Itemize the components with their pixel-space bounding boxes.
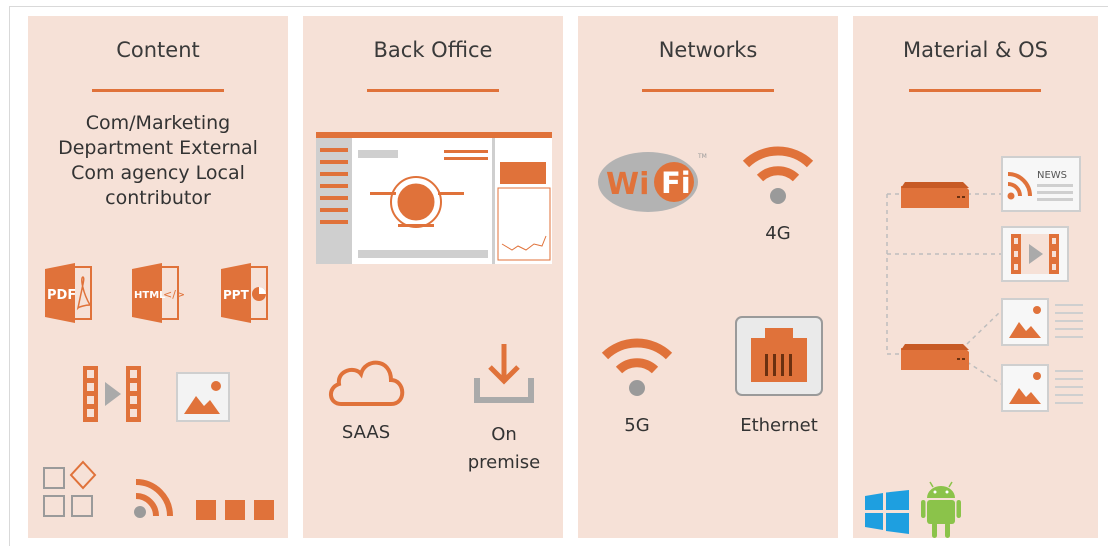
on-premise-label: On premise xyxy=(467,424,541,473)
news-text: NEWS xyxy=(1037,170,1067,181)
svg-text:HTML: HTML xyxy=(134,290,166,301)
back-office-title: Back Office xyxy=(373,38,493,62)
svg-text:PPT: PPT xyxy=(223,288,250,302)
content-panel: Content Com/Marketing Department Externa… xyxy=(28,16,288,538)
svg-text:PDF: PDF xyxy=(47,288,76,303)
content-description: Com/Marketing Department External Com ag… xyxy=(58,112,258,209)
dashboard-illustration xyxy=(316,132,552,264)
download-icon xyxy=(474,344,534,403)
ethernet-icon xyxy=(735,316,823,396)
wifi-4g-icon xyxy=(742,146,814,204)
material-os-underline xyxy=(909,89,1041,92)
material-os-panel: Material & OS NEWS xyxy=(853,16,1098,538)
svg-text:Wi: Wi xyxy=(606,167,649,202)
networks-underline xyxy=(642,89,774,92)
material-os-title: Material & OS xyxy=(903,38,1048,62)
video-screen-icon xyxy=(1001,226,1069,282)
ppt-icon: PPT xyxy=(221,263,268,323)
image-screen-icon-2 xyxy=(1001,364,1083,412)
cloud-icon xyxy=(329,360,405,406)
news-screen-icon: NEWS xyxy=(1001,156,1081,212)
networks-title: Networks xyxy=(658,38,758,62)
svg-text:Fi: Fi xyxy=(661,166,691,200)
saas-label: SAAS xyxy=(341,422,391,443)
networks-panel: Networks Wi Fi TM 4G 5G Ethernet xyxy=(578,16,838,538)
content-title: Content xyxy=(116,38,200,62)
android-icon xyxy=(921,481,961,538)
back-office-underline xyxy=(367,89,499,92)
4g-label: 4G xyxy=(765,223,791,244)
image-screen-icon-1 xyxy=(1001,298,1083,346)
back-office-panel: Back Office SAAS On premise xyxy=(303,16,563,538)
wifi-5g-icon xyxy=(601,338,673,396)
ethernet-label: Ethernet xyxy=(740,415,818,436)
svg-text:</>: </> xyxy=(163,288,185,301)
widgets-icon xyxy=(43,460,97,517)
content-underline xyxy=(92,89,224,92)
html-icon: HTML </> xyxy=(132,263,185,323)
video-icon xyxy=(83,366,141,422)
image-icon xyxy=(176,372,230,422)
5g-label: 5G xyxy=(624,415,650,436)
rss-icon xyxy=(134,479,173,518)
wifi-logo-icon: Wi Fi TM xyxy=(598,152,707,212)
svg-text:TM: TM xyxy=(697,153,707,160)
pdf-icon: PDF xyxy=(45,263,92,323)
ticker-icon xyxy=(196,500,274,520)
windows-icon xyxy=(865,490,909,534)
